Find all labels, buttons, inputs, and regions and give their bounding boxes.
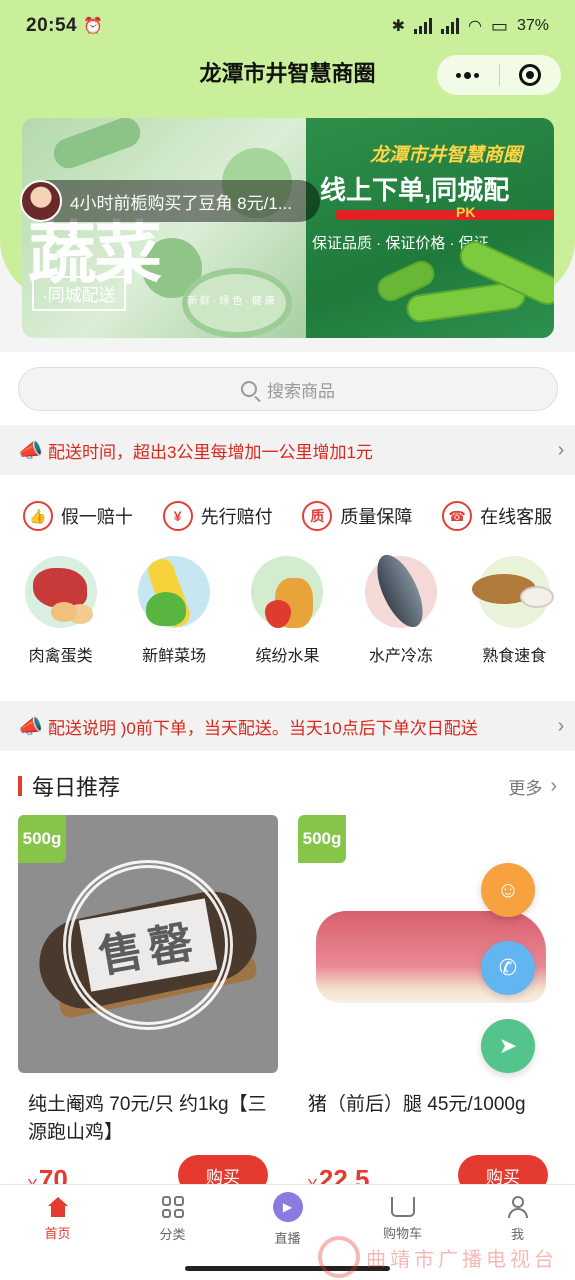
product-image: 500g 售罄 bbox=[18, 815, 278, 1073]
user-icon bbox=[507, 1196, 529, 1218]
target-icon bbox=[519, 64, 542, 86]
search-input[interactable]: 搜索商品 bbox=[18, 367, 558, 411]
status-bar: 20:54 ⏰ ✱ ◠ ▭ 37% bbox=[0, 0, 575, 52]
category-label: 肉禽蛋类 bbox=[28, 648, 93, 665]
battery-icon: ▭ bbox=[490, 15, 508, 36]
megaphone-icon: 📣 bbox=[18, 715, 43, 738]
broadcaster-logo-icon bbox=[318, 1236, 360, 1278]
category-fruit[interactable]: 缤纷水果 bbox=[232, 556, 342, 666]
chevron-right-icon: › bbox=[557, 438, 565, 461]
category-meat[interactable]: 肉禽蛋类 bbox=[6, 556, 116, 666]
guarantee-item[interactable]: ¥ 先行赔付 bbox=[162, 501, 273, 531]
category-seafood[interactable]: 水产冷冻 bbox=[346, 556, 456, 666]
signal-icon-2 bbox=[440, 18, 459, 34]
category-icon bbox=[161, 1196, 184, 1218]
section-title: 每日推荐 bbox=[32, 775, 121, 800]
more-button[interactable] bbox=[437, 55, 499, 95]
tab-home[interactable]: 首页 bbox=[0, 1185, 115, 1254]
navigation-arrow-icon: ➤ bbox=[498, 1033, 518, 1058]
live-icon: ▶ bbox=[272, 1192, 303, 1222]
guarantee-label: 假一赔十 bbox=[60, 507, 133, 527]
smile-chat-icon: ☺ bbox=[496, 877, 520, 902]
product-title: 纯土阉鸡 70元/只 约1kg【三源跑山鸡】 bbox=[28, 1094, 267, 1143]
guarantee-label: 在线客服 bbox=[480, 507, 553, 527]
broadcaster-watermark: 曲靖市广播电视台 bbox=[318, 1236, 558, 1278]
more-dots-icon bbox=[456, 71, 480, 79]
chevron-right-icon: › bbox=[557, 714, 565, 737]
navigate-button[interactable]: ➤ bbox=[481, 1019, 535, 1073]
cooked-food-icon bbox=[472, 556, 555, 628]
status-time: 20:54 bbox=[26, 15, 78, 36]
category-cooked-food[interactable]: 熟食速食 bbox=[459, 556, 569, 666]
ticker-text: 4小时前栀购买了豆角 8元/1... bbox=[70, 193, 292, 213]
watermark-text: 曲靖市广播电视台 bbox=[366, 1248, 558, 1271]
alarm-icon: ⏰ bbox=[83, 18, 104, 35]
bluetooth-icon: ✱ bbox=[391, 18, 405, 35]
category-row: 肉禽蛋类 新鲜菜场 缤纷水果 水产冷冻 熟食速食 bbox=[0, 556, 575, 666]
thumbs-up-icon: 👍 bbox=[22, 501, 53, 531]
home-icon bbox=[47, 1197, 69, 1217]
tab-label: 分类 bbox=[159, 1227, 186, 1242]
signal-icon bbox=[413, 18, 432, 34]
notice-text: 配送时间，超出3公里每增加一公里增加1元 bbox=[48, 442, 373, 462]
delivery-notice-bar[interactable]: 📣 配送时间，超出3公里每增加一公里增加1元 › bbox=[0, 425, 575, 475]
daily-recommend-header: 每日推荐 更多 › bbox=[0, 766, 575, 806]
more-link[interactable]: 更多 bbox=[508, 774, 542, 799]
banner-tiny-text: 新鲜·绿色·健康 bbox=[187, 296, 278, 307]
guarantee-label: 质量保障 bbox=[340, 507, 413, 527]
close-miniprogram-button[interactable] bbox=[500, 55, 562, 95]
chevron-right-icon: › bbox=[550, 774, 557, 797]
product-title: 猪（前后）腿 45元/1000g bbox=[308, 1094, 526, 1115]
wifi-icon: ◠ bbox=[467, 18, 482, 35]
category-label: 水产冷冻 bbox=[368, 648, 433, 665]
tab-label: 首页 bbox=[44, 1226, 71, 1241]
banner-right-panel: 龙潭市井智慧商圈 线上下单,同城配 PK 保证品质 · 保证价格 · 保证 bbox=[306, 118, 554, 338]
category-label: 缤纷水果 bbox=[255, 648, 320, 665]
soldout-text: 售罄 bbox=[78, 898, 218, 992]
miniprogram-capsule bbox=[437, 55, 561, 95]
banner-pk: PK bbox=[456, 204, 476, 220]
quality-shield-icon: 质 bbox=[302, 501, 333, 531]
section-accent-bar bbox=[18, 776, 22, 796]
weight-badge: 500g bbox=[18, 815, 66, 863]
status-icons: ✱ ◠ ▭ 37% bbox=[392, 16, 549, 37]
notice-text: 配送说明 )0前下单，当天配送。当天10点后下单次日配送 bbox=[48, 718, 478, 738]
tab-label: 直播 bbox=[274, 1231, 301, 1246]
promo-banner[interactable]: 蔬菜 ·同城配送 新鲜·绿色·健康 龙潭市井智慧商圈 线上下单,同城配 PK 保… bbox=[22, 118, 554, 338]
fish-icon bbox=[364, 556, 437, 628]
search-icon bbox=[241, 381, 257, 397]
battery-percent: 37% bbox=[516, 17, 549, 34]
banner-brand: 龙潭市井智慧商圈 bbox=[370, 145, 523, 166]
search-placeholder: 搜索商品 bbox=[267, 381, 335, 401]
guarantee-item[interactable]: ☎ 在线客服 bbox=[442, 501, 552, 531]
category-label: 新鲜菜场 bbox=[142, 648, 207, 665]
banner-city-tag: ·同城配送 bbox=[32, 276, 126, 311]
product-card[interactable]: 500g 售罄 纯土阉鸡 70元/只 约1kg【三源跑山鸡】 ¥ 70 购买 bbox=[18, 815, 278, 1195]
phone-button[interactable]: ✆ bbox=[481, 941, 535, 995]
guarantee-item[interactable]: 质 质量保障 bbox=[302, 501, 412, 531]
purchase-ticker: 4小时前栀购买了豆角 8元/1... bbox=[20, 180, 320, 222]
guarantee-item[interactable]: 👍 假一赔十 bbox=[22, 501, 133, 531]
category-label: 熟食速食 bbox=[482, 648, 547, 665]
cart-icon bbox=[390, 1197, 415, 1217]
avatar bbox=[20, 180, 62, 222]
weight-badge: 500g bbox=[298, 815, 346, 863]
banner-left-panel: 蔬菜 ·同城配送 新鲜·绿色·健康 bbox=[22, 118, 306, 338]
chat-button[interactable]: ☺ bbox=[481, 863, 535, 917]
tab-category[interactable]: 分类 bbox=[115, 1185, 230, 1254]
category-vegetables[interactable]: 新鲜菜场 bbox=[119, 556, 229, 666]
meat-icon bbox=[24, 556, 97, 628]
guarantee-row: 👍 假一赔十 ¥ 先行赔付 质 质量保障 ☎ 在线客服 bbox=[0, 496, 575, 536]
phone-icon: ✆ bbox=[498, 955, 518, 980]
delivery-explanation-bar[interactable]: 📣 配送说明 )0前下单，当天配送。当天10点后下单次日配送 › bbox=[0, 701, 575, 751]
customer-service-icon: ☎ bbox=[442, 501, 473, 531]
refund-icon: ¥ bbox=[162, 501, 193, 531]
banner-slogan: 线上下单,同城配 bbox=[320, 175, 510, 205]
guarantee-label: 先行赔付 bbox=[200, 507, 273, 527]
megaphone-icon: 📣 bbox=[18, 439, 43, 462]
vegetable-icon bbox=[138, 556, 211, 628]
fruit-icon bbox=[251, 556, 324, 628]
